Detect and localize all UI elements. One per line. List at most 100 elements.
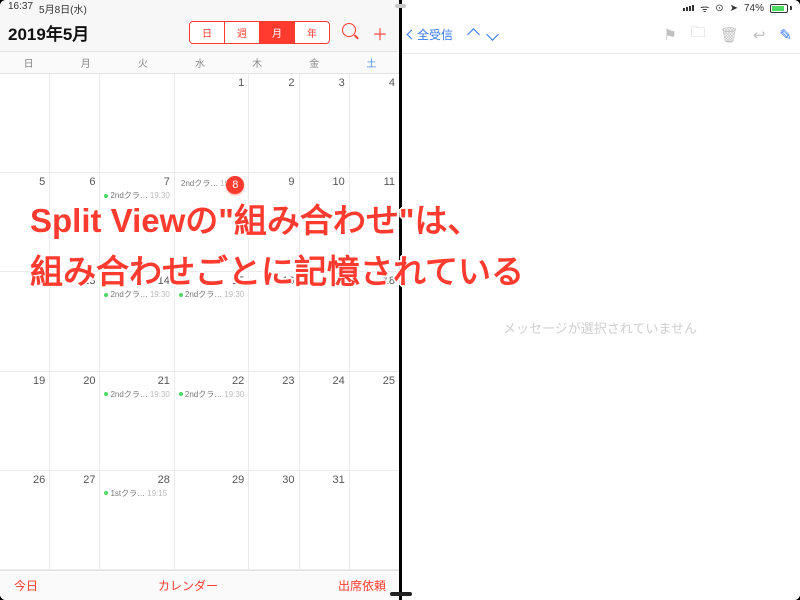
day-number: 20 xyxy=(54,375,95,387)
calendar-cell[interactable]: 26 xyxy=(0,471,50,570)
calendar-cell[interactable]: 24 xyxy=(300,372,350,471)
day-number: 19 xyxy=(4,375,45,387)
calendar-cell[interactable] xyxy=(0,74,50,173)
calendar-cell[interactable]: 23 xyxy=(249,372,299,471)
flag-icon[interactable]: ⚑ xyxy=(663,26,676,44)
calendar-grid[interactable]: 12345672ndクラ…19:3082ndクラ…19:309101112131… xyxy=(0,74,400,570)
location-icon: ➤ xyxy=(730,3,738,14)
battery-percent: 74% xyxy=(744,3,764,14)
trash-icon[interactable]: 🗑 xyxy=(720,26,739,44)
calendar-cell[interactable]: 4 xyxy=(350,74,400,173)
home-indicator[interactable] xyxy=(390,592,412,596)
footer-today[interactable]: 今日 xyxy=(14,577,38,594)
weekday-label: 火 xyxy=(114,52,171,73)
weekday-label: 日 xyxy=(0,52,57,73)
calendar-footer: 今日 カレンダー 出席依頼 xyxy=(0,570,400,600)
day-number: 4 xyxy=(354,77,395,89)
battery-icon xyxy=(770,4,792,13)
day-number: 27 xyxy=(54,474,95,486)
mail-app: ᯤ ⊙ ➤ 74% 全受信 ⚑ 🗀 🗑 ↩ ✎ xyxy=(400,0,800,600)
folder-icon[interactable]: 🗀 xyxy=(691,22,706,47)
day-number: 7 xyxy=(104,176,169,188)
prev-next-nav xyxy=(469,30,497,39)
day-number: 6 xyxy=(54,176,95,188)
day-number: 3 xyxy=(304,77,345,89)
splitview-handle-icon[interactable] xyxy=(395,4,406,8)
status-date: 5月8日(水) xyxy=(39,1,87,16)
day-number: 22 xyxy=(179,375,244,387)
day-number: 26 xyxy=(4,474,45,486)
weekday-label: 水 xyxy=(171,52,228,73)
calendar-cell[interactable] xyxy=(50,74,100,173)
wifi-icon: ᯤ xyxy=(700,1,709,15)
event-chip[interactable]: 2ndクラ…19:30 xyxy=(179,389,244,400)
status-time: 16:37 xyxy=(8,1,33,16)
day-number: 24 xyxy=(304,375,345,387)
footer-calendars[interactable]: カレンダー xyxy=(158,577,218,594)
calendar-cell[interactable] xyxy=(350,471,400,570)
calendar-cell[interactable]: 28 1stクラ…19:15 xyxy=(100,471,174,570)
calendar-cell[interactable]: 2 xyxy=(249,74,299,173)
mail-empty-state: メッセージが選択されていません xyxy=(400,54,800,600)
status-bar-left: 16:37 5月8日(水) xyxy=(0,0,400,16)
footer-inbox[interactable]: 出席依頼 xyxy=(338,577,386,594)
calendar-cell[interactable]: 29 xyxy=(175,471,249,570)
calendar-cell[interactable] xyxy=(100,74,174,173)
day-number: 2 xyxy=(253,77,294,89)
calendar-cell[interactable]: 27 xyxy=(50,471,100,570)
day-number: 29 xyxy=(179,474,244,486)
compose-icon[interactable]: ✎ xyxy=(779,26,792,44)
segment-日[interactable]: 日 xyxy=(190,22,225,43)
view-segmented-control[interactable]: 日週月年 xyxy=(189,21,330,44)
calendar-title: 2019年5月 xyxy=(8,20,89,45)
search-icon[interactable] xyxy=(338,23,360,42)
calendar-cell[interactable]: 31 xyxy=(300,471,350,570)
day-number: 28 xyxy=(104,474,169,486)
splitview-divider[interactable] xyxy=(399,0,402,600)
day-number: 10 xyxy=(304,176,345,188)
chevron-up-icon[interactable] xyxy=(467,28,480,41)
calendar-cell[interactable]: 20 xyxy=(50,372,100,471)
calendar-cell[interactable]: 3 xyxy=(300,74,350,173)
calendar-cell[interactable]: 1 xyxy=(175,74,249,173)
mail-toolbar: 全受信 ⚑ 🗀 🗑 ↩ ✎ xyxy=(400,16,800,54)
chevron-down-icon[interactable] xyxy=(486,28,499,41)
weekday-header: 日月火水木金土 xyxy=(0,51,400,74)
day-number: 1 xyxy=(179,77,244,89)
event-chip[interactable]: 2ndクラ…19:30 xyxy=(179,178,226,189)
day-number: 9 xyxy=(253,176,294,188)
mail-actions: ⚑ 🗀 🗑 ↩ ✎ xyxy=(663,22,792,47)
annotation-overlay: Split Viewの"組み合わせ"は、 組み合わせごとに記憶されている xyxy=(30,195,780,297)
back-button[interactable]: 全受信 xyxy=(408,26,453,43)
cell-signal-icon xyxy=(683,5,694,11)
status-bar-right: ᯤ ⊙ ➤ 74% xyxy=(400,0,800,16)
calendar-app: 16:37 5月8日(水) 2019年5月 日週月年 ＋ 日月火水木金土 123… xyxy=(0,0,400,600)
segment-月[interactable]: 月 xyxy=(260,22,295,43)
calendar-cell[interactable]: 30 xyxy=(249,471,299,570)
alarm-icon: ⊙ xyxy=(715,3,723,14)
event-chip[interactable]: 2ndクラ…19:30 xyxy=(104,389,169,400)
day-number: 8 xyxy=(226,176,244,194)
weekday-label: 木 xyxy=(229,52,286,73)
reply-icon[interactable]: ↩ xyxy=(753,26,766,44)
chevron-left-icon xyxy=(407,30,417,40)
weekday-label: 土 xyxy=(343,52,400,73)
event-chip[interactable]: 1stクラ…19:15 xyxy=(104,488,169,499)
add-event-icon[interactable]: ＋ xyxy=(368,21,392,45)
day-number: 21 xyxy=(104,375,169,387)
calendar-cell[interactable]: 21 2ndクラ…19:30 xyxy=(100,372,174,471)
calendar-cell[interactable]: 19 xyxy=(0,372,50,471)
day-number: 11 xyxy=(354,176,395,188)
segment-年[interactable]: 年 xyxy=(295,22,329,43)
weekday-label: 金 xyxy=(286,52,343,73)
calendar-header: 2019年5月 日週月年 ＋ xyxy=(0,16,400,51)
day-number: 31 xyxy=(304,474,345,486)
segment-週[interactable]: 週 xyxy=(225,22,260,43)
weekday-label: 月 xyxy=(57,52,114,73)
calendar-cell[interactable]: 25 xyxy=(350,372,400,471)
day-number: 23 xyxy=(253,375,294,387)
day-number: 25 xyxy=(354,375,395,387)
day-number: 30 xyxy=(253,474,294,486)
calendar-cell[interactable]: 22 2ndクラ…19:30 xyxy=(175,372,249,471)
day-number: 5 xyxy=(4,176,45,188)
